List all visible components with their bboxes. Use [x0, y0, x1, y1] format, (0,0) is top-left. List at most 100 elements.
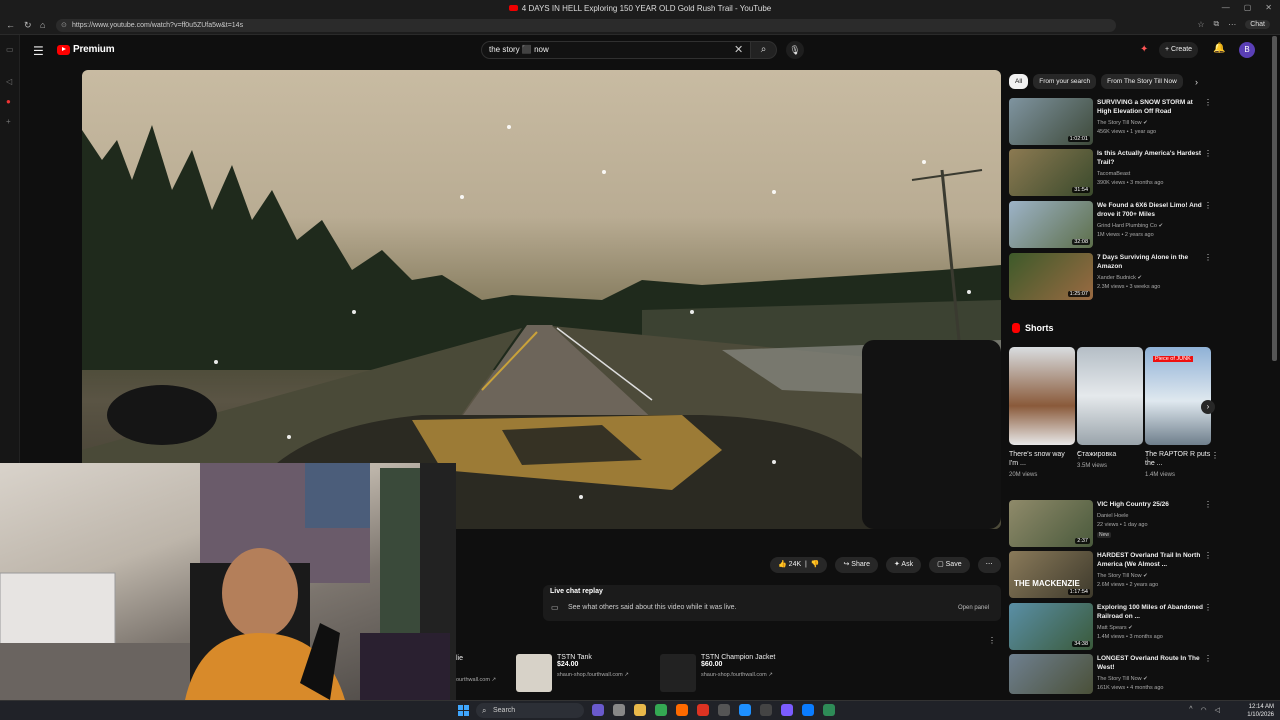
video-title[interactable]: LONGEST Overland Route In The West!: [1097, 654, 1209, 672]
taskbar-app-icon[interactable]: [676, 704, 688, 716]
home-icon[interactable]: ⌂: [40, 20, 45, 30]
taskbar-app-icon[interactable]: [718, 704, 730, 716]
video-title[interactable]: We Found a 6X6 Diesel Limo! And drove it…: [1097, 201, 1209, 219]
wifi-icon[interactable]: ◠: [1201, 706, 1207, 714]
shorts-next-icon[interactable]: ›: [1201, 400, 1215, 414]
search-button[interactable]: ⌕: [751, 41, 777, 59]
video-thumbnail[interactable]: [1009, 654, 1093, 694]
more-options-icon[interactable]: ⋮: [1204, 500, 1212, 509]
bookmark-icon[interactable]: ☆: [1197, 20, 1204, 29]
taskbar-app-icon[interactable]: [739, 704, 751, 716]
short-title[interactable]: The RAPTOR R puts the ...: [1145, 450, 1211, 468]
more-actions-button[interactable]: ⋯: [977, 557, 1001, 573]
short-thumbnail[interactable]: [1077, 347, 1143, 445]
youtube-logo[interactable]: Premium: [57, 44, 115, 55]
reload-icon[interactable]: ↻: [24, 20, 32, 31]
save-button[interactable]: ▢ Save: [929, 557, 970, 573]
settings-icon[interactable]: ⋯: [1228, 20, 1236, 29]
short-title[interactable]: Стажировка: [1077, 450, 1143, 459]
more-options-icon[interactable]: ⋮: [1204, 253, 1212, 262]
ask-button[interactable]: ✦ Ask: [885, 557, 922, 573]
video-thumbnail[interactable]: 1:25:07: [1009, 253, 1093, 300]
video-title[interactable]: Is this Actually America's Hardest Trail…: [1097, 149, 1209, 167]
short-thumbnail[interactable]: Piece of JUNK: [1145, 347, 1211, 445]
merch-item[interactable]: TSTN Tank $24.00 shaun-shop.fourthwall.c…: [516, 654, 629, 692]
recommendation-item[interactable]: 31:54 Is this Actually America's Hardest…: [1009, 149, 1214, 197]
chip-from-channel[interactable]: From The Story Till Now: [1101, 74, 1183, 89]
ai-sparkle-icon[interactable]: ✦: [1140, 44, 1148, 55]
windows-start-icon[interactable]: [458, 705, 469, 716]
channel-name[interactable]: Matt Spears ✔: [1097, 625, 1133, 631]
page-scrollbar[interactable]: [1272, 36, 1277, 361]
file-explorer-icon[interactable]: [634, 704, 646, 716]
channel-name[interactable]: Xander Budnick ✔: [1097, 275, 1142, 281]
chrome-icon[interactable]: [655, 704, 667, 716]
merch-link[interactable]: shaun-shop.fourthwall.com ↗: [557, 672, 629, 678]
maximize-icon[interactable]: ▢: [1244, 3, 1252, 12]
video-thumbnail[interactable]: THE MACKENZIE 1:17:54: [1009, 551, 1093, 598]
taskbar-clock[interactable]: 12:14 AM 1/10/2026: [1247, 703, 1274, 719]
video-title[interactable]: HARDEST Overland Trail In North America …: [1097, 551, 1209, 569]
speaker-icon[interactable]: ◁: [1215, 706, 1220, 714]
channel-name[interactable]: Grind Hard Plumbing Co ✔: [1097, 223, 1163, 229]
search-input[interactable]: the story ⬛ now: [481, 41, 751, 59]
video-thumbnail[interactable]: 34:38: [1009, 603, 1093, 650]
merch-item[interactable]: TSTN Champion Jacket $60.00 shaun-shop.f…: [660, 654, 775, 692]
video-thumbnail[interactable]: 2:37: [1009, 500, 1093, 547]
video-thumbnail[interactable]: 31:54: [1009, 149, 1093, 196]
avatar[interactable]: B: [1239, 42, 1255, 58]
channel-name[interactable]: The Story Till Now ✔: [1097, 573, 1148, 579]
short-item[interactable]: Стажировка 3.5M views ⋮: [1077, 347, 1151, 469]
chip-from-your-search[interactable]: From your search: [1033, 74, 1097, 89]
recommendation-item[interactable]: LONGEST Overland Route In The West! The …: [1009, 654, 1214, 696]
taskbar-app-icon[interactable]: [760, 704, 772, 716]
merch-partial-link[interactable]: ourthwall.com ↗: [456, 677, 496, 683]
more-options-icon[interactable]: ⋮: [1204, 201, 1212, 210]
recommendation-item[interactable]: 1:02:01 SURVIVING a SNOW STORM at High E…: [1009, 98, 1214, 146]
more-options-icon[interactable]: ⋮: [1211, 451, 1219, 460]
video-title[interactable]: Exploring 100 Miles of Abandoned Railroa…: [1097, 603, 1209, 621]
recommendation-item[interactable]: 34:38 Exploring 100 Miles of Abandoned R…: [1009, 603, 1214, 651]
video-title[interactable]: 7 Days Surviving Alone in the Amazon: [1097, 253, 1209, 271]
taskbar-app-icon[interactable]: [697, 704, 709, 716]
merch-menu-icon[interactable]: ⋮: [988, 636, 996, 645]
channel-name[interactable]: TacomaBeast: [1097, 171, 1130, 177]
live-chat-replay-panel[interactable]: [543, 585, 1001, 621]
create-button[interactable]: + Create: [1159, 42, 1199, 58]
menu-icon[interactable]: ☰: [33, 44, 44, 58]
more-options-icon[interactable]: ⋮: [1204, 654, 1212, 663]
short-title[interactable]: There's snow way I'm ...: [1009, 450, 1075, 468]
open-panel-button[interactable]: Open panel: [958, 605, 989, 611]
recommendation-item[interactable]: 32:08 We Found a 6X6 Diesel Limo! And dr…: [1009, 201, 1214, 249]
more-options-icon[interactable]: ⋮: [1204, 98, 1212, 107]
microphone-icon[interactable]: 🎙: [786, 41, 804, 59]
extensions-icon[interactable]: ⧉: [1213, 19, 1219, 29]
taskbar-app-icon[interactable]: [613, 704, 625, 716]
channel-name[interactable]: Daniel Hoele: [1097, 513, 1129, 519]
merch-item-partial[interactable]: lie ourthwall.com ↗: [456, 655, 496, 683]
chevron-right-icon[interactable]: ›: [1195, 77, 1198, 87]
notifications-bell-icon[interactable]: 🔔: [1213, 43, 1225, 54]
sidebar-volume-icon[interactable]: ◁: [6, 77, 12, 86]
channel-name[interactable]: The Story Till Now ✔: [1097, 120, 1148, 126]
chat-button[interactable]: Chat: [1245, 19, 1270, 29]
tray-chevron-icon[interactable]: ^: [1189, 706, 1192, 714]
sidebar-add-icon[interactable]: +: [6, 117, 11, 126]
tab-title[interactable]: 4 DAYS IN HELL Exploring 150 YEAR OLD Go…: [522, 4, 771, 13]
video-title[interactable]: VIC High Country 25/26: [1097, 500, 1209, 509]
taskbar-search[interactable]: Search: [476, 703, 584, 718]
back-icon[interactable]: ←: [6, 20, 15, 30]
like-button[interactable]: 👍 24K | 👎: [770, 557, 828, 573]
video-thumbnail[interactable]: 1:02:01: [1009, 98, 1093, 145]
taskbar-app-icon[interactable]: [592, 704, 604, 716]
recommendation-item[interactable]: 2:37 VIC High Country 25/26 Daniel Hoele…: [1009, 500, 1214, 548]
recommendation-item[interactable]: THE MACKENZIE 1:17:54 HARDEST Overland T…: [1009, 551, 1214, 599]
short-item[interactable]: There's snow way I'm ... 20M views ⋮: [1009, 347, 1083, 478]
clear-search-icon[interactable]: ✕: [734, 43, 743, 56]
edge-icon[interactable]: [802, 704, 814, 716]
recommendation-item[interactable]: 1:25:07 7 Days Surviving Alone in the Am…: [1009, 253, 1214, 301]
more-options-icon[interactable]: ⋮: [1204, 149, 1212, 158]
sidebar-tab-icon[interactable]: ▭: [6, 45, 14, 54]
short-item[interactable]: Piece of JUNK The RAPTOR R puts the ... …: [1145, 347, 1219, 478]
video-player[interactable]: [82, 70, 1001, 529]
